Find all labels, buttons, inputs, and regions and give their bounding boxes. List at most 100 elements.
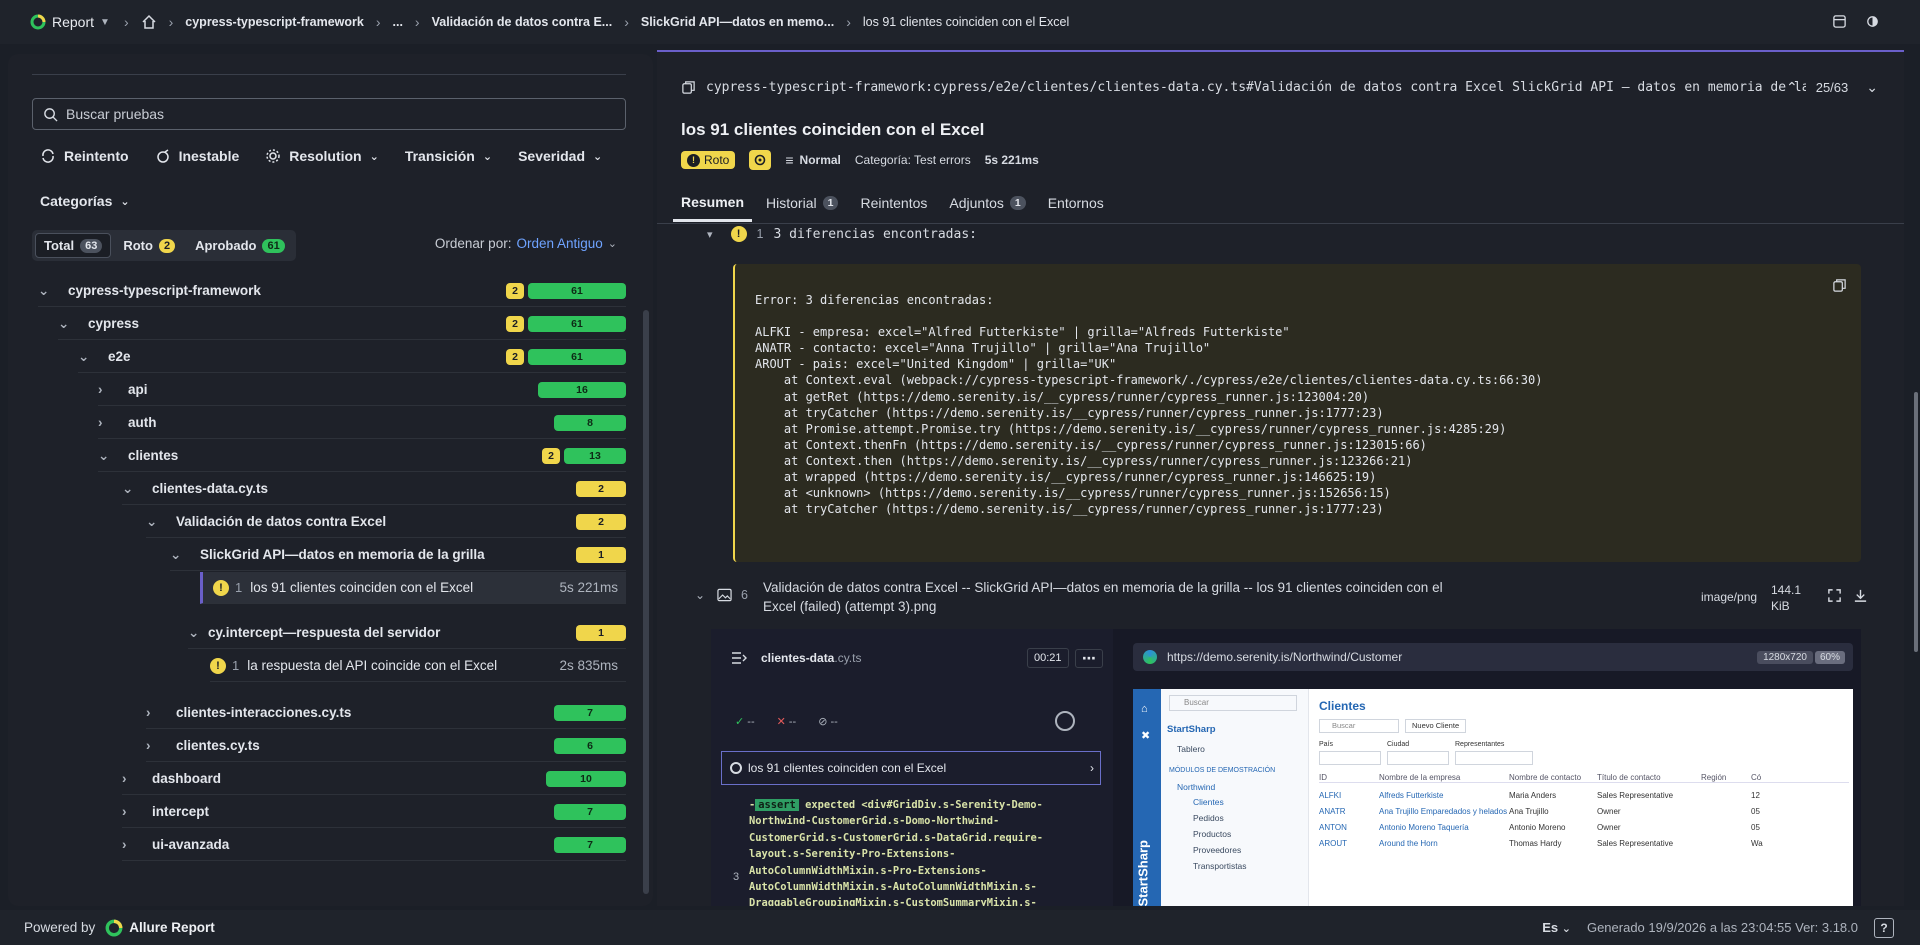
filter-transition[interactable]: Transición ⌄ bbox=[405, 148, 492, 164]
tree-node[interactable]: › auth 8 bbox=[98, 407, 626, 439]
tree-node[interactable]: ⌄ clientes-data.cy.ts 2 bbox=[122, 473, 626, 505]
grid-col: Nombre de la empresa bbox=[1379, 773, 1461, 782]
chevron-down-icon: ⌄ bbox=[120, 195, 130, 208]
app-grid-row: ALFKI Alfreds Futterkiste Maria Anders S… bbox=[1319, 791, 1849, 800]
gear-icon bbox=[265, 148, 281, 164]
spec-name: clientes-data.cy.ts bbox=[761, 651, 861, 665]
chevron-up-icon[interactable]: ⌃ bbox=[1786, 79, 1798, 96]
tree-node[interactable]: › intercept 7 bbox=[122, 796, 626, 828]
flaky-icon bbox=[749, 150, 772, 170]
download-icon[interactable] bbox=[1853, 588, 1868, 603]
grid-cell: 12 bbox=[1751, 791, 1760, 800]
tab-broken[interactable]: Roto 2 bbox=[115, 233, 183, 258]
grid-cell: Ana Trujillo Emparedados y helados bbox=[1379, 807, 1508, 816]
tab-history[interactable]: Historial 1 bbox=[758, 184, 846, 222]
spec-ext: .cy.ts bbox=[834, 651, 862, 665]
test-leaf-selected[interactable]: ! 1 los 91 clientes coinciden con el Exc… bbox=[200, 572, 626, 604]
tree-node[interactable]: › clientes.cy.ts 6 bbox=[146, 730, 626, 762]
test-leaf[interactable]: ! 1 la respuesta del API coincide con el… bbox=[210, 650, 626, 682]
check-icon: ✓ bbox=[735, 715, 745, 728]
grid-cell: Sales Representative bbox=[1597, 791, 1674, 800]
grid-cell: Owner bbox=[1597, 807, 1621, 816]
broken-count: 2 bbox=[506, 315, 524, 332]
chevron-down-icon: ⌄ bbox=[122, 480, 134, 496]
app-grid-header: ID Nombre de la empresa Nombre de contac… bbox=[1319, 773, 1849, 783]
image-icon bbox=[717, 588, 732, 602]
copy-icon[interactable] bbox=[681, 80, 696, 95]
tab-total[interactable]: Total 63 bbox=[35, 233, 112, 258]
tree-node[interactable]: ⌄ SlickGrid API—datos en memoria de la g… bbox=[170, 539, 626, 571]
expand-icon[interactable] bbox=[1827, 588, 1842, 603]
passed-count: 6 bbox=[554, 737, 626, 754]
sort-control[interactable]: Ordenar por: Orden Antiguo ⌄ bbox=[435, 236, 617, 251]
tree-node-label: dashboard bbox=[152, 771, 222, 786]
attachment-header[interactable]: ⌄ 6 Validación de datos contra Excel -- … bbox=[681, 576, 1871, 620]
tab-attachments[interactable]: Adjuntos 1 bbox=[941, 184, 1033, 222]
grid-col: ID bbox=[1319, 773, 1327, 782]
tree-node[interactable]: ⌄ e2e 2 61 bbox=[78, 341, 626, 373]
chevron-down-icon: ⌄ bbox=[482, 150, 493, 163]
status-label: Roto bbox=[704, 153, 730, 167]
footer-brand[interactable]: Allure Report bbox=[129, 920, 215, 935]
chevron-down-icon: ⌄ bbox=[369, 150, 379, 163]
test-label: la respuesta del API coincide con el Exc… bbox=[247, 658, 498, 673]
right-scrollbar[interactable] bbox=[1914, 392, 1918, 652]
step-title: 3 diferencias encontradas: bbox=[773, 226, 977, 242]
theme-toggle-icon[interactable] bbox=[1865, 14, 1880, 29]
filter-severity[interactable]: Severidad ⌄ bbox=[518, 148, 602, 164]
tab-label: Entornos bbox=[1047, 195, 1104, 211]
tree-node[interactable]: › clientes-interacciones.cy.ts 7 bbox=[146, 697, 626, 729]
breadcrumb-item[interactable]: cypress-typescript-framework bbox=[185, 15, 364, 29]
categories-label: Categorías bbox=[40, 193, 113, 209]
tab-summary[interactable]: Resumen bbox=[673, 184, 753, 222]
breadcrumb-item[interactable]: SlickGrid API—datos en memo... bbox=[641, 15, 834, 29]
breadcrumb-item[interactable]: ... bbox=[393, 15, 403, 29]
tab-environments[interactable]: Entornos bbox=[1040, 184, 1112, 222]
chevron-down-icon: ⌄ bbox=[58, 315, 70, 331]
left-scrollbar[interactable] bbox=[643, 310, 649, 894]
detail-tabs: Resumen Historial 1 Reintentos Adjuntos 1 … bbox=[657, 184, 1904, 224]
app-page-title: Clientes bbox=[1319, 699, 1366, 713]
categories-filter[interactable]: Categorías ⌄ bbox=[40, 193, 130, 209]
report-menu[interactable]: Report ▼ bbox=[30, 14, 110, 30]
category-label: Categoría: Test errors bbox=[854, 153, 971, 167]
home-icon[interactable] bbox=[141, 14, 157, 30]
filter-flaky[interactable]: Inestable bbox=[155, 148, 239, 164]
copy-icon[interactable] bbox=[1832, 278, 1847, 293]
tree-node[interactable]: › dashboard 10 bbox=[122, 763, 626, 795]
breadcrumb-item[interactable]: Validación de datos contra E... bbox=[432, 15, 613, 29]
tree-node[interactable]: ⌄ Validación de datos contra Excel 2 bbox=[146, 506, 626, 538]
tree-node-label: api bbox=[128, 382, 148, 397]
layout-toggle-icon[interactable] bbox=[1832, 14, 1847, 29]
stat-value: -- bbox=[830, 715, 838, 728]
broken-count: 2 bbox=[506, 282, 524, 299]
tree-node-label: ui-avanzada bbox=[152, 837, 230, 852]
tab-retries[interactable]: Reintentos bbox=[852, 184, 935, 222]
broken-count: 2 bbox=[576, 480, 626, 497]
grid-cell: Alfreds Futterkiste bbox=[1379, 791, 1444, 800]
search-input[interactable] bbox=[66, 106, 606, 122]
tree-node-label: Validación de datos contra Excel bbox=[176, 514, 387, 529]
search-box[interactable] bbox=[32, 98, 626, 130]
tab-passed[interactable]: Aprobado 61 bbox=[187, 233, 293, 258]
duration-label: 5s 221ms bbox=[984, 153, 1039, 167]
app-nav-item: Pedidos bbox=[1193, 813, 1224, 823]
filter-retry[interactable]: Reintento bbox=[40, 148, 129, 164]
filter-resolution[interactable]: Resolution ⌄ bbox=[265, 148, 379, 164]
tree-node[interactable]: ⌄ cy.intercept—respuesta del servidor 1 bbox=[188, 617, 626, 649]
tree-node[interactable]: › api 16 bbox=[98, 374, 626, 406]
chevron-down-icon[interactable]: ⌄ bbox=[1866, 79, 1878, 96]
tree-node[interactable]: ⌄ cypress 2 61 bbox=[58, 308, 626, 340]
test-meta: ! Roto ≡ Normal Categoría: Test errors 5s … bbox=[681, 150, 1039, 170]
tree-node[interactable]: ⌄ cypress-typescript-framework 2 61 bbox=[38, 275, 626, 307]
error-step[interactable]: ▾ ! 1 3 diferencias encontradas: bbox=[707, 226, 977, 242]
tree-node[interactable]: › ui-avanzada 7 bbox=[122, 829, 626, 861]
tree-node-label: auth bbox=[128, 415, 157, 430]
vertical-brand: StartSharp bbox=[1135, 840, 1151, 906]
more-icon: ⋯ bbox=[1075, 648, 1103, 668]
tree-node[interactable]: ⌄ clientes 2 13 bbox=[98, 440, 626, 472]
passed-count: 61 bbox=[528, 348, 626, 365]
language-select[interactable]: Es ⌄ bbox=[1542, 920, 1571, 935]
help-button[interactable]: ? bbox=[1874, 917, 1894, 938]
stop-icon bbox=[1055, 711, 1075, 731]
